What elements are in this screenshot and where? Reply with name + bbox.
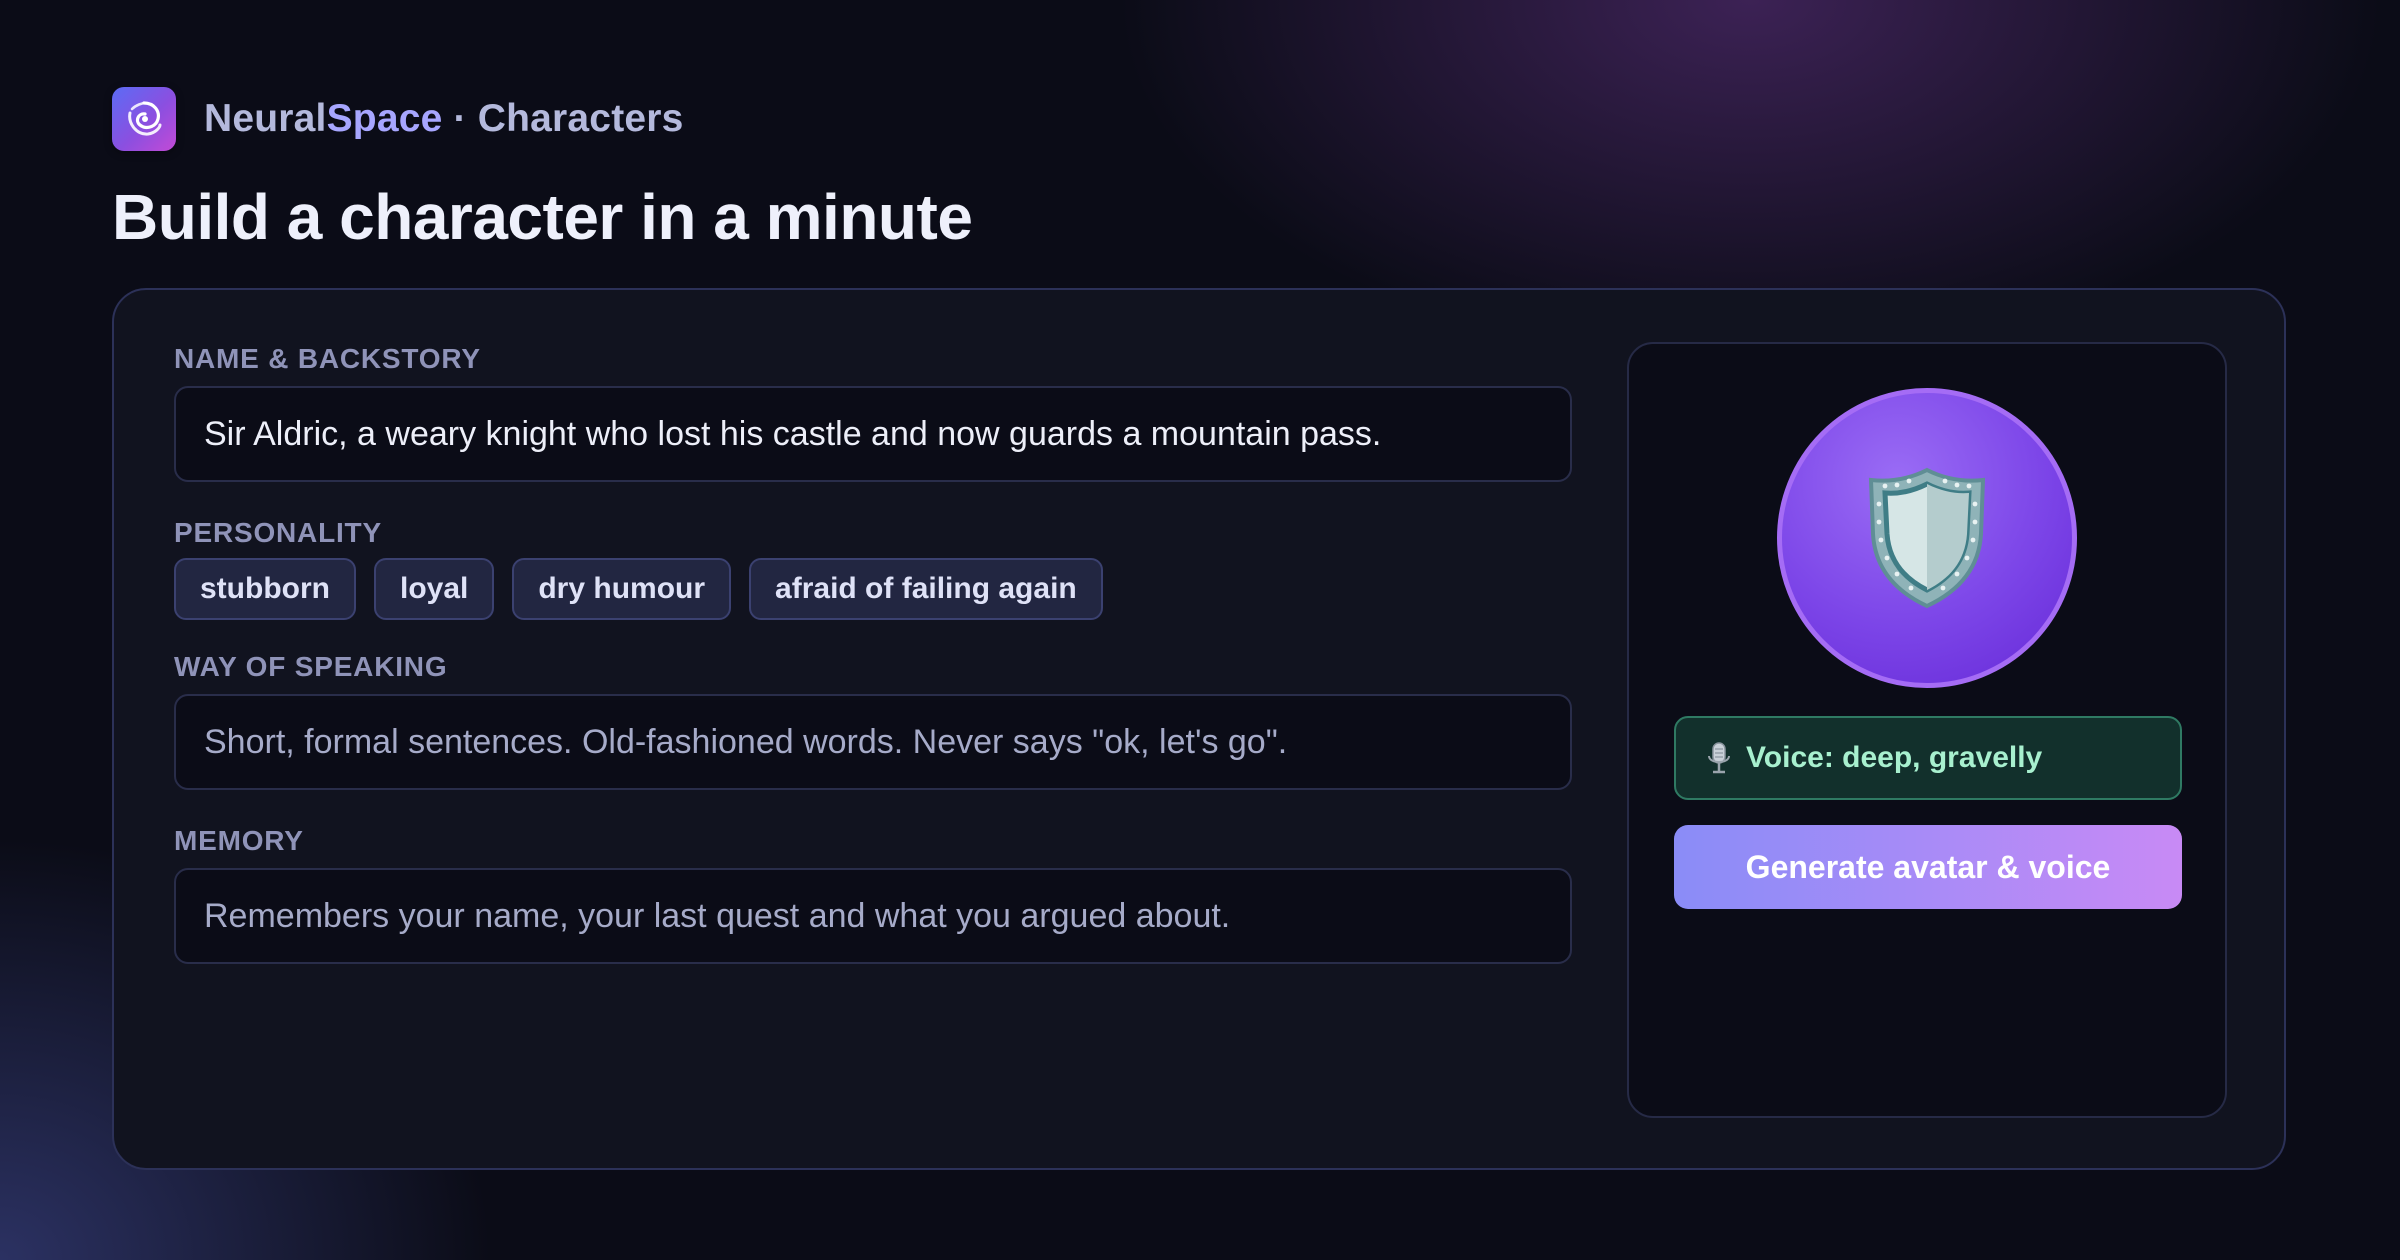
character-builder-card: NAME & BACKSTORY Sir Aldric, a weary kni… — [112, 288, 2286, 1170]
trait-chip-afraid-of-failing[interactable]: afraid of failing again — [749, 558, 1103, 620]
trait-chip-stubborn[interactable]: stubborn — [174, 558, 356, 620]
memory-label: MEMORY — [174, 825, 304, 856]
galaxy-swirl-icon[interactable] — [112, 87, 176, 151]
brand-header: NeuralSpace · Characters — [112, 87, 2288, 151]
backstory-label: NAME & BACKSTORY — [174, 343, 481, 374]
trait-chip-loyal[interactable]: loyal — [373, 558, 495, 620]
speaking-label: WAY OF SPEAKING — [174, 651, 448, 682]
brand-separator: · — [442, 97, 478, 140]
page-title: Build a character in a minute — [112, 181, 973, 253]
personality-traits: stubborn loyal dry humour afraid of fail… — [174, 558, 1572, 620]
shield-icon — [1868, 467, 1986, 609]
personality-label: PERSONALITY — [174, 517, 382, 548]
voice-label: Voice: deep, gravelly — [1746, 741, 2043, 774]
backstory-input[interactable]: Sir Aldric, a weary knight who lost his … — [174, 386, 1572, 482]
brand-title: NeuralSpace · Characters — [204, 97, 684, 141]
avatar[interactable] — [1777, 388, 2077, 688]
brand-name-part1: Neural — [204, 97, 327, 140]
avatar-voice-panel: Voice: deep, gravelly Generate avatar & … — [1627, 342, 2227, 1118]
speaking-input[interactable]: Short, formal sentences. Old-fashioned w… — [174, 694, 1572, 790]
brand-section-label[interactable]: Characters — [478, 97, 684, 140]
page: NeuralSpace · Characters Build a charact… — [112, 87, 2288, 1170]
brand-name-part2: Space — [326, 97, 443, 140]
character-form: NAME & BACKSTORY Sir Aldric, a weary kni… — [174, 342, 1572, 964]
trait-chip-dry-humour[interactable]: dry humour — [512, 558, 732, 620]
microphone-icon — [1706, 741, 1732, 775]
memory-input[interactable]: Remembers your name, your last quest and… — [174, 868, 1572, 964]
voice-badge: Voice: deep, gravelly — [1674, 716, 2182, 800]
generate-avatar-voice-button[interactable]: Generate avatar & voice — [1674, 825, 2182, 909]
